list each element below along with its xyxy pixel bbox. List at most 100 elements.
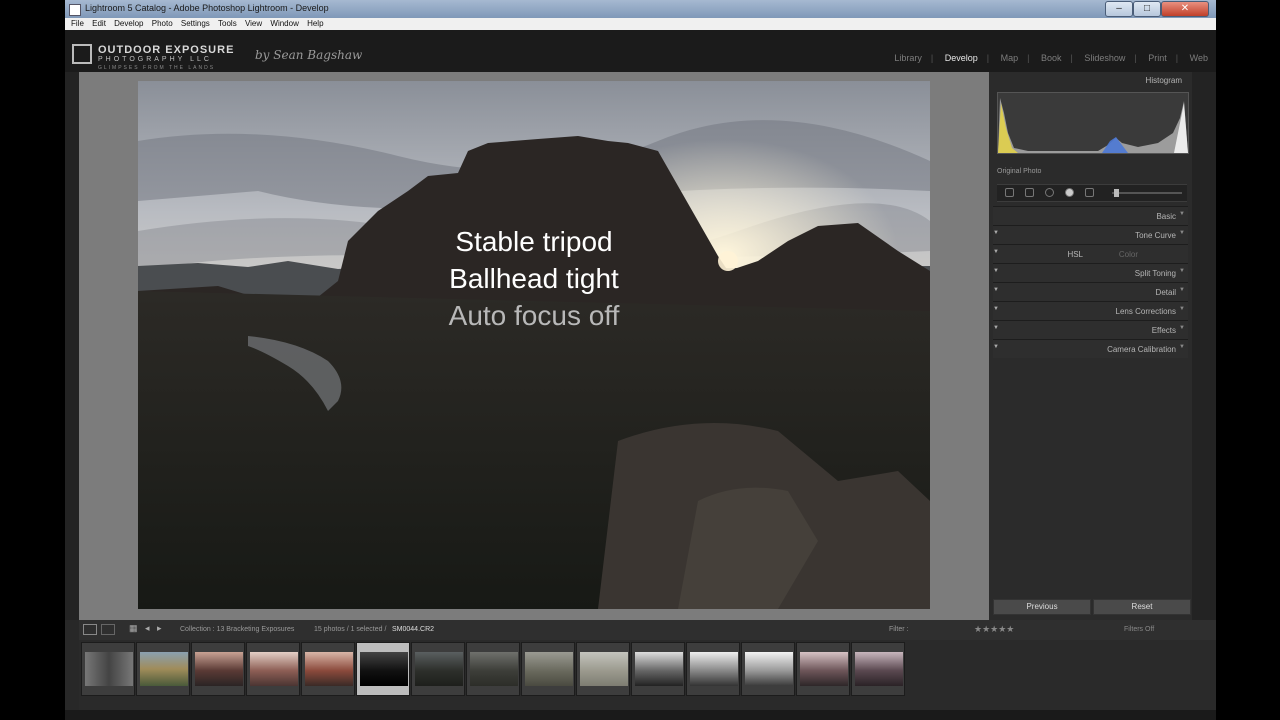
filmstrip-thumb[interactable]	[411, 642, 465, 696]
overlay-line-2: Ballhead tight	[449, 263, 619, 294]
reset-button[interactable]: Reset	[1093, 599, 1191, 615]
filmstrip-thumb[interactable]	[136, 642, 190, 696]
menu-develop[interactable]: Develop	[114, 18, 143, 30]
filmstrip-thumb[interactable]	[851, 642, 905, 696]
graduated-filter-icon[interactable]	[1085, 188, 1094, 197]
triangle-icon: ▼	[993, 268, 999, 274]
section-hsl[interactable]: ▼ HSL Color	[993, 244, 1188, 263]
module-web[interactable]: Web	[1190, 53, 1208, 63]
menu-photo[interactable]: Photo	[152, 18, 173, 30]
triangle-icon: ▼	[993, 344, 999, 350]
spot-removal-icon[interactable]	[1045, 188, 1054, 197]
landscape-photo	[138, 81, 930, 609]
previous-button[interactable]: Previous	[993, 599, 1091, 615]
tool-slider-knob[interactable]	[1114, 189, 1119, 197]
section-camera-calibration-label: Camera Calibration	[1107, 345, 1176, 354]
filmstrip-thumb[interactable]	[686, 642, 740, 696]
rating-filter-stars[interactable]: ★★★★★	[974, 624, 1014, 635]
tool-strip	[997, 184, 1187, 202]
section-basic[interactable]: Basic ▼	[993, 206, 1188, 225]
lightroom-window: Lightroom 5 Catalog - Adobe Photoshop Li…	[65, 0, 1216, 720]
filter-dropdown[interactable]: Filters Off	[1124, 626, 1154, 633]
bottom-edge	[65, 710, 1216, 720]
module-book[interactable]: Book	[1041, 53, 1062, 63]
current-filename[interactable]: SM0044.CR2	[392, 626, 434, 633]
section-effects-label: Effects	[1151, 326, 1176, 335]
image-canvas[interactable]: Stable tripod Ballhead tight Auto focus …	[79, 72, 989, 620]
module-picker: Library | Develop | Map | Book | Slideshow | …	[894, 53, 1208, 63]
section-color-label[interactable]: Color	[1119, 250, 1138, 259]
filmstrip	[79, 640, 1216, 710]
menu-edit[interactable]: Edit	[92, 18, 106, 30]
section-camera-calibration[interactable]: ▼ Camera Calibration ▼	[993, 339, 1188, 358]
byline: by Sean Bagshaw	[255, 48, 363, 62]
title-bar[interactable]: Lightroom 5 Catalog - Adobe Photoshop Li…	[65, 0, 1216, 18]
module-develop[interactable]: Develop	[945, 53, 978, 63]
section-lens-corrections-label: Lens Corrections	[1115, 307, 1176, 316]
module-map[interactable]: Map	[1001, 53, 1019, 63]
filmstrip-thumb[interactable]	[631, 642, 685, 696]
red-eye-icon[interactable]	[1065, 188, 1074, 197]
filmstrip-thumb[interactable]	[796, 642, 850, 696]
triangle-icon: ▼	[993, 249, 999, 255]
minimize-button[interactable]: –	[1105, 1, 1133, 17]
menu-view[interactable]: View	[245, 18, 262, 30]
identity-line-2: PHOTOGRAPHY LLC	[98, 56, 212, 63]
triangle-icon: ▼	[993, 287, 999, 293]
close-button[interactable]: ✕	[1161, 1, 1209, 17]
module-library[interactable]: Library	[894, 53, 922, 63]
second-window-icon[interactable]	[101, 624, 115, 635]
module-print[interactable]: Print	[1148, 53, 1167, 63]
menu-file[interactable]: File	[71, 18, 84, 30]
chevron-down-icon: ▼	[1179, 230, 1185, 236]
section-detail[interactable]: ▼ Detail ▼	[993, 282, 1188, 301]
chevron-down-icon: ▼	[1179, 325, 1185, 331]
maximize-button[interactable]: □	[1133, 1, 1161, 17]
chevron-down-icon: ▼	[1179, 344, 1185, 350]
nav-back-icon[interactable]: ◂	[145, 623, 150, 634]
tool-slider[interactable]	[1112, 192, 1182, 194]
histogram-graph	[998, 98, 1188, 153]
main-photo[interactable]: Stable tripod Ballhead tight Auto focus …	[138, 81, 930, 609]
menu-window[interactable]: Window	[270, 18, 298, 30]
module-slideshow[interactable]: Slideshow	[1084, 53, 1125, 63]
filmstrip-thumb[interactable]	[81, 642, 135, 696]
menu-help[interactable]: Help	[307, 18, 323, 30]
original-photo-toggle[interactable]: Original Photo	[997, 168, 1185, 178]
source-path[interactable]: Collection : 13 Bracketing Exposures	[180, 626, 294, 633]
triangle-icon: ▼	[993, 325, 999, 331]
overlay-line-3: Auto focus off	[448, 300, 620, 331]
filmstrip-thumb[interactable]	[191, 642, 245, 696]
overlay-line-1: Stable tripod	[455, 226, 613, 257]
filmstrip-thumb-selected[interactable]	[356, 642, 410, 696]
menu-bar: File Edit Develop Photo Settings Tools V…	[65, 18, 1216, 30]
section-lens-corrections[interactable]: ▼ Lens Corrections ▼	[993, 301, 1188, 320]
section-tone-curve[interactable]: ▼ Tone Curve ▼	[993, 225, 1188, 244]
identity-plate: OUTDOOR EXPOSURE PHOTOGRAPHY LLC GLIMPSE…	[65, 30, 1216, 72]
section-split-toning-label: Split Toning	[1134, 269, 1176, 278]
grid-view-icon[interactable]: ▦	[129, 623, 138, 634]
app-icon	[69, 4, 81, 16]
section-detail-label: Detail	[1155, 288, 1176, 297]
right-panel: Histogram Original Photo Basic ▼ ▼ Tone …	[989, 72, 1192, 620]
filmstrip-thumb[interactable]	[741, 642, 795, 696]
main-window-icon[interactable]	[83, 624, 97, 635]
section-effects[interactable]: ▼ Effects ▼	[993, 320, 1188, 339]
filmstrip-thumb[interactable]	[576, 642, 630, 696]
grid-overlay-icon[interactable]	[1005, 188, 1014, 197]
filmstrip-thumb[interactable]	[301, 642, 355, 696]
section-tone-curve-label: Tone Curve	[1135, 231, 1176, 240]
triangle-icon: ▼	[993, 230, 999, 236]
nav-forward-icon[interactable]: ▸	[157, 623, 162, 634]
crop-icon[interactable]	[1025, 188, 1034, 197]
filmstrip-thumb[interactable]	[246, 642, 300, 696]
filmstrip-thumb[interactable]	[466, 642, 520, 696]
left-panel-collapsed[interactable]	[65, 72, 79, 620]
filmstrip-thumb[interactable]	[521, 642, 575, 696]
menu-tools[interactable]: Tools	[218, 18, 237, 30]
section-split-toning[interactable]: ▼ Split Toning ▼	[993, 263, 1188, 282]
chevron-down-icon: ▼	[1179, 268, 1185, 274]
histogram[interactable]	[997, 92, 1189, 154]
histogram-header[interactable]: Histogram	[1146, 76, 1182, 85]
menu-settings[interactable]: Settings	[181, 18, 210, 30]
